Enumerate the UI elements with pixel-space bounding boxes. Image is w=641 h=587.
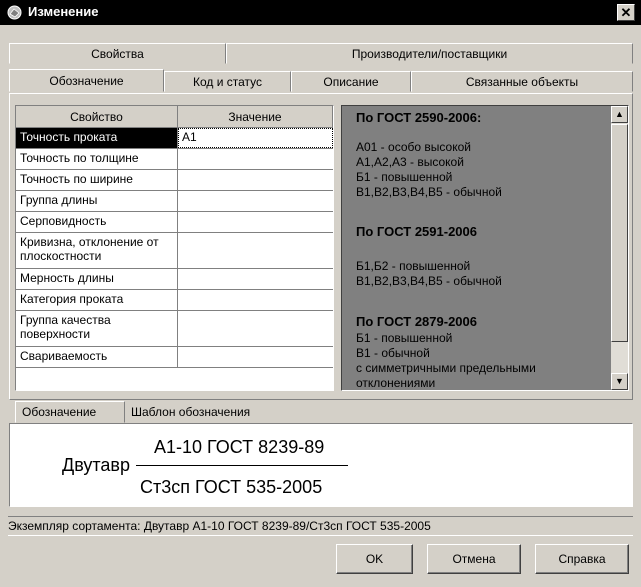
table-row[interactable]: Группа длины [16,191,333,212]
tab-properties[interactable]: Свойства [9,43,226,64]
description-line: В1 - обычной [356,346,430,360]
property-value[interactable] [178,170,333,190]
fraction-line [136,465,348,466]
property-value[interactable] [178,347,333,367]
property-value[interactable] [178,290,333,310]
tab-designation-preview[interactable]: Обозначение [15,401,125,423]
property-name: Точность по толщине [16,149,178,169]
property-name: Свариваемость [16,347,178,367]
description-line: Б1 - повышенной [356,331,453,345]
description-scrollbar[interactable]: ▲ ▼ [611,106,628,390]
description-line: Б1 - повышенной [356,170,453,184]
tab-manufacturers[interactable]: Производители/поставщики [226,43,633,64]
designation-main: Двутавр [62,455,130,475]
description-line: А1,А2,А3 - высокой [356,155,464,169]
tab-related-objects[interactable]: Связанные объекты [411,71,633,92]
property-value[interactable] [178,311,333,346]
scroll-down-button[interactable]: ▼ [611,373,628,390]
property-value[interactable] [178,269,333,289]
description-line: В1,В2,В3,В4,В5 - обычной [356,185,502,199]
title-bar[interactable]: Изменение ✕ [0,0,641,25]
ok-button[interactable]: OK [336,544,413,574]
property-value[interactable]: А1 [178,128,333,148]
gost-2590-heading: По ГОСТ 2590-2006: [356,110,482,125]
column-header-value[interactable]: Значение [178,106,333,128]
tab-designation-template[interactable]: Шаблон обозначения [125,403,285,423]
gost-2879-heading: По ГОСТ 2879-2006 [356,314,477,329]
description-line: В1,В2,В3,В4,В5 - обычной [356,274,502,288]
table-row[interactable]: Свариваемость [16,347,333,368]
table-row[interactable]: Точность проката А1 [16,128,333,149]
designation-numerator: А1-10 ГОСТ 8239-89 [154,437,325,457]
description-line: отклонениями [356,376,436,390]
table-row[interactable]: Мерность длины [16,269,333,290]
property-value[interactable] [178,149,333,169]
description-panel[interactable]: По ГОСТ 2590-2006: А01 - особо высокой А… [341,105,629,391]
gost-2591-heading: По ГОСТ 2591-2006 [356,224,477,239]
close-button[interactable]: ✕ [617,4,635,21]
instance-status: Экземпляр сортамента: Двутавр А1-10 ГОСТ… [8,516,633,536]
designation-denominator: Ст3сп ГОСТ 535-2005 [140,477,323,497]
scroll-thumb[interactable] [611,124,628,342]
column-header-property[interactable]: Свойство [16,106,178,128]
table-row[interactable]: Кривизна, отклонение от плоскостности [16,233,333,269]
tab-designation[interactable]: Обозначение [9,69,164,92]
property-name: Точность проката [16,128,178,148]
table-row[interactable]: Серповидность [16,212,333,233]
property-name: Группа длины [16,191,178,211]
property-name: Точность по ширине [16,170,178,190]
cancel-button[interactable]: Отмена [427,544,521,574]
property-name: Мерность длины [16,269,178,289]
table-row[interactable]: Группа качества поверхности [16,311,333,347]
property-value[interactable] [178,233,333,268]
description-line: А01 - особо высокой [356,140,471,154]
property-table[interactable]: Свойство Значение Точность проката А1 То… [15,105,334,391]
tab-description[interactable]: Описание [291,71,411,92]
description-line: Б1,Б2 - повышенной [356,259,471,273]
tab-code-status[interactable]: Код и статус [164,71,291,92]
app-icon [7,5,22,20]
help-button[interactable]: Справка [535,544,629,574]
property-name: Категория проката [16,290,178,310]
property-value[interactable] [178,191,333,211]
table-row[interactable]: Точность по ширине [16,170,333,191]
description-line: с симметричными предельными [356,361,536,375]
property-value[interactable] [178,212,333,232]
scroll-up-button[interactable]: ▲ [611,106,628,123]
property-name: Кривизна, отклонение от плоскостности [16,233,178,268]
property-name: Группа качества поверхности [16,311,178,346]
property-name: Серповидность [16,212,178,232]
window-title: Изменение [28,4,99,19]
table-row[interactable]: Категория проката [16,290,333,311]
table-row[interactable]: Точность по толщине [16,149,333,170]
